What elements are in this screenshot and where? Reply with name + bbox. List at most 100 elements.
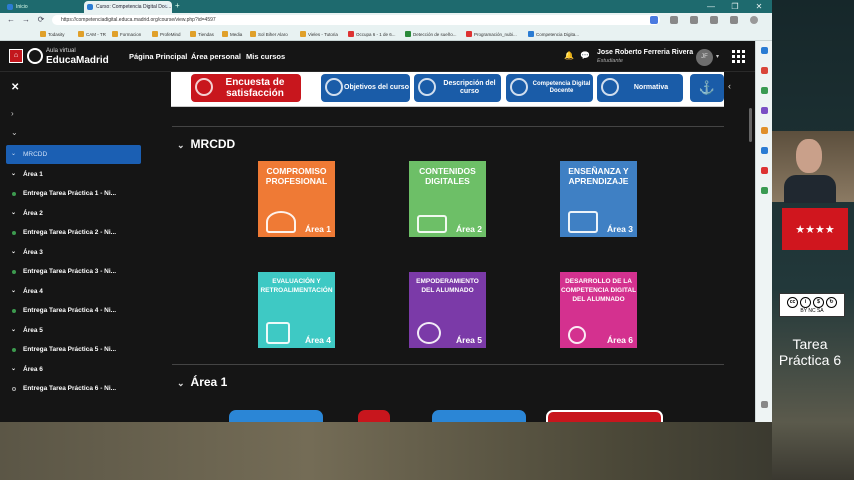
bookmark-item[interactable]: Detección de sueño...: [405, 30, 457, 39]
collections-icon[interactable]: [730, 16, 738, 24]
bookmark-item[interactable]: Tiendas: [190, 30, 214, 39]
tab-bar: Inicio Curso: Competencia Digital Doc...…: [0, 0, 772, 13]
app-icon[interactable]: [761, 187, 768, 194]
bookmark-item[interactable]: Formacion: [112, 30, 141, 39]
brand-name[interactable]: EducaMadrid: [46, 55, 109, 66]
description-button[interactable]: Descripción del curso: [414, 74, 501, 102]
reload-icon[interactable]: ⟳: [36, 15, 46, 25]
close-icon[interactable]: ✕: [11, 82, 19, 93]
sa-icon: ↻: [826, 297, 837, 308]
tile-area-6[interactable]: DESARROLLO DE LA COMPETENCIA DIGITAL DEL…: [560, 272, 637, 348]
sidebar-item-task-3[interactable]: Entrega Tarea Práctica 3 - Ni...: [6, 262, 141, 281]
tile-area-2[interactable]: CONTENIDOS DIGITALES Área 2: [409, 161, 486, 237]
bookmark-item[interactable]: Vieles - Tutoria: [300, 30, 338, 39]
section-title-mrcdd[interactable]: ⌄ MRCDD: [177, 137, 235, 151]
tile-area-3[interactable]: ENSEÑANZA Y APRENDIZAJE Área 3: [560, 161, 637, 237]
bell-icon[interactable]: 🔔: [564, 51, 574, 60]
split-icon[interactable]: [690, 16, 698, 24]
objectives-button[interactable]: Objetivos del curso: [321, 74, 410, 102]
edge-sidebar: [755, 41, 772, 422]
sidebar-item-area-4[interactable]: ⌄ Área 4: [6, 282, 141, 301]
educamadrid-logo-icon: [27, 48, 43, 64]
sidebar-item-area-2[interactable]: ⌄ Área 2: [6, 204, 141, 223]
user-name[interactable]: Jose Roberto Ferreria Rivera: [597, 49, 693, 56]
favorites-icon[interactable]: [710, 16, 718, 24]
address-bar[interactable]: https://competenciadigital.educa.madrid.…: [52, 15, 660, 25]
completion-dot-icon: [12, 192, 16, 196]
sidebar-item-task-6[interactable]: Entrega Tarea Práctica 6 - Ni...: [6, 379, 141, 398]
license-text: BY NC SA: [800, 308, 824, 314]
search-icon[interactable]: [761, 47, 768, 54]
close-window-button[interactable]: ✕: [748, 0, 770, 13]
task-label: Tarea Práctica 6: [778, 336, 842, 368]
settings-icon[interactable]: [761, 401, 768, 408]
outlook-icon[interactable]: [761, 147, 768, 154]
tile-area-1[interactable]: COMPROMISO PROFESIONAL Área 1: [258, 161, 335, 237]
profile-icon[interactable]: [750, 16, 758, 24]
browser-toolbar: ← → ⟳ https://competenciadigital.educa.m…: [0, 13, 772, 27]
new-tab-button[interactable]: +: [175, 1, 180, 10]
sidebar-item-area-5[interactable]: ⌄ Área 5: [6, 321, 141, 340]
sidebar-item-task-2[interactable]: Entrega Tarea Práctica 2 - Ni...: [6, 223, 141, 242]
games-icon[interactable]: [761, 107, 768, 114]
app-icon[interactable]: [761, 167, 768, 174]
sidebar-item-task-4[interactable]: Entrega Tarea Práctica 4 - Ni...: [6, 301, 141, 320]
extension-icon[interactable]: [670, 16, 678, 24]
star-icon[interactable]: [650, 16, 658, 24]
tab-curso[interactable]: Curso: Competencia Digital Doc... ✕: [84, 1, 172, 13]
chevron-down-icon[interactable]: ▾: [716, 53, 719, 60]
bookmark-item[interactable]: Occupa 6 - 1 de 6...: [348, 30, 396, 39]
list-icon: [418, 78, 436, 96]
shopping-icon[interactable]: [761, 67, 768, 74]
sidebar-item-task-5[interactable]: Entrega Tarea Práctica 5 - Ni...: [6, 340, 141, 359]
chevron-down-icon[interactable]: ⌄: [11, 128, 18, 137]
bookmark-item[interactable]: Media: [222, 30, 242, 39]
office-icon[interactable]: [761, 127, 768, 134]
bookmark-item[interactable]: Sol Biher Alaro: [250, 30, 288, 39]
minimize-button[interactable]: —: [700, 0, 722, 13]
tab-inicio[interactable]: Inicio: [4, 1, 54, 13]
folder-icon: [152, 31, 158, 37]
bookmark-item[interactable]: Todasity: [40, 30, 65, 39]
nav-home-link[interactable]: Página Principal: [129, 52, 187, 61]
area1-banner-button[interactable]: [229, 410, 323, 422]
section-title-area-1[interactable]: ⌄ Área 1: [177, 375, 227, 389]
tools-icon[interactable]: [761, 87, 768, 94]
avatar[interactable]: JF: [696, 49, 713, 66]
bookmark-item[interactable]: Competencia Digita...: [528, 30, 579, 39]
tile-title: DESARROLLO DE LA COMPETENCIA DIGITAL DEL…: [560, 278, 637, 303]
sidebar-item-task-1[interactable]: Entrega Tarea Práctica 1 - Ni...: [6, 184, 141, 203]
anchor-button[interactable]: ⚓: [690, 74, 724, 102]
chevron-down-icon: ⌄: [11, 151, 17, 157]
forward-icon[interactable]: →: [21, 15, 31, 25]
anchor-icon: ⚓: [698, 80, 716, 95]
close-tab-icon[interactable]: ✕: [164, 3, 169, 10]
sidebar-item-area-3[interactable]: ⌄ Área 3: [6, 243, 141, 262]
tile-area-5[interactable]: EMPODERAMIENTO DEL ALUMNADO Área 5: [409, 272, 486, 348]
maximize-button[interactable]: ❐: [724, 0, 746, 13]
sidebar-item-area-1[interactable]: ⌄ Área 1: [6, 165, 141, 184]
bookmark-item[interactable]: ProfeMind: [152, 30, 181, 39]
scrollbar[interactable]: [749, 108, 752, 142]
bookmark-item[interactable]: Programación_nubi...: [466, 30, 517, 39]
competencia-button[interactable]: Competencia Digital Docente: [506, 74, 593, 102]
nav-courses-link[interactable]: Mis cursos: [246, 52, 285, 61]
bookmark-item[interactable]: CAM - TR: [78, 30, 106, 39]
sidebar-item-mrcdd[interactable]: ⌄ MRCDD: [6, 145, 141, 164]
area1-banner-button[interactable]: [546, 410, 663, 422]
apps-grid-icon[interactable]: [732, 50, 745, 63]
back-icon[interactable]: ←: [6, 15, 16, 25]
comunidad-madrid-logo[interactable]: ⌂: [9, 49, 23, 63]
area1-icon-button[interactable]: [358, 410, 390, 422]
area1-banner-button[interactable]: [432, 410, 526, 422]
chevron-left-icon[interactable]: ‹: [728, 81, 731, 91]
tile-area-4[interactable]: EVALUACIÓN Y RETROALIMENTACIÓN Área 4: [258, 272, 335, 348]
survey-button[interactable]: Encuesta de satisfacción: [191, 74, 301, 102]
presenter-face: [796, 139, 822, 173]
sidebar-item-area-6[interactable]: ⌄ Área 6: [6, 360, 141, 379]
chat-icon[interactable]: 💬: [580, 51, 590, 60]
chevron-right-icon[interactable]: ›: [11, 109, 14, 118]
nav-dashboard-link[interactable]: Área personal: [191, 52, 241, 61]
normativa-button[interactable]: Normativa: [597, 74, 683, 102]
folder-icon: [190, 31, 196, 37]
